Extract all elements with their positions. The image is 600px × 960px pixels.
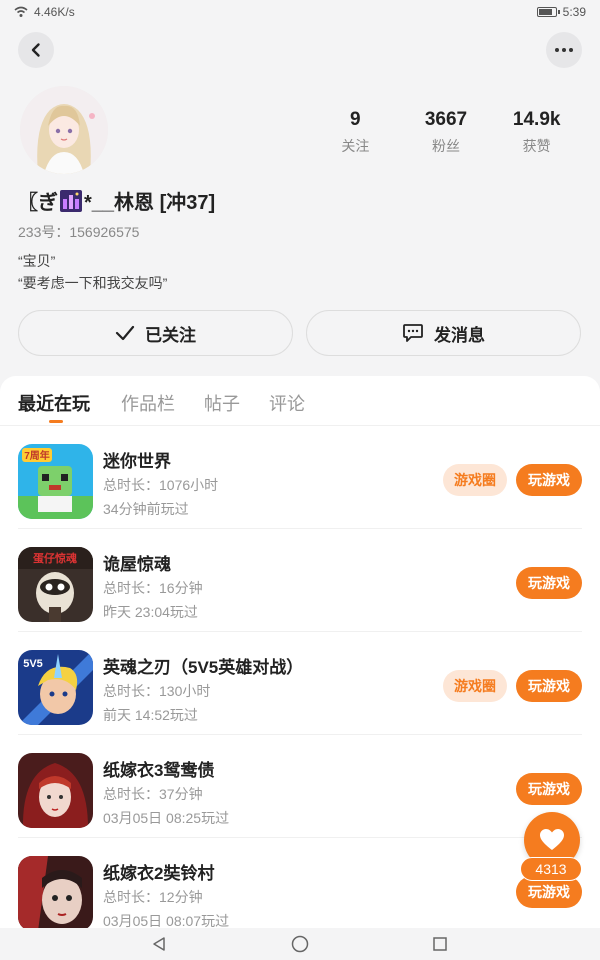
back-button[interactable] [18, 32, 54, 68]
game-name: 英魂之刃（5V5英雄对战） [103, 658, 304, 677]
bio-line: “要考虑一下和我交友吗” [18, 275, 168, 291]
tab-recently-played[interactable]: 最近在玩 [18, 390, 90, 416]
game-last-played: 昨天 23:04玩过 [103, 604, 198, 620]
tab-bar: 最近在玩 作品栏 帖子 评论 [0, 376, 600, 426]
nickname-prefix: 〖ぎ [18, 192, 58, 214]
play-game-button[interactable]: 玩游戏 [516, 670, 582, 702]
bio: “宝贝” “要考虑一下和我交友吗” [18, 250, 167, 294]
play-game-button[interactable]: 玩游戏 [516, 464, 582, 496]
stat-following[interactable]: 9 关注 [310, 108, 401, 156]
game-row-mini-world[interactable]: 7周年 迷你世界 总时长：1076小时 34分钟前玩过 游戏圈 玩游戏 [18, 426, 582, 529]
castle-emoji-icon [60, 189, 82, 212]
game-duration: 总时长：37分钟 [103, 786, 203, 802]
stat-likes[interactable]: 14.9k 获赞 [491, 108, 582, 156]
nav-back-button[interactable] [150, 935, 168, 953]
tab-comments[interactable]: 评论 [269, 390, 305, 416]
stat-label: 粉丝 [432, 138, 460, 154]
avatar-image [20, 86, 108, 174]
icon-text: 蛋仔惊魂 [33, 551, 77, 565]
chat-bubble-icon [403, 324, 423, 342]
status-right: 5:39 [536, 5, 586, 19]
battery-icon [536, 7, 560, 17]
game-icon-haunted-house: 蛋仔惊魂 [18, 547, 93, 622]
status-left: 4.46K/s [14, 5, 75, 19]
send-message-button[interactable]: 发消息 [306, 310, 581, 356]
more-icon [555, 48, 573, 52]
followed-label: 已关注 [145, 325, 196, 345]
stat-label: 获赞 [522, 138, 551, 154]
game-row-hero-blade[interactable]: 5V5 英魂之刃（5V5英雄对战） 总时长：130小时 前天 14:52玩过 游… [18, 632, 582, 735]
game-name: 纸嫁衣3鸳鸯债 [103, 761, 215, 780]
avatar[interactable] [20, 86, 108, 174]
game-icon-paper-bride-2 [18, 856, 93, 930]
user-id: 233号：156926575 [18, 224, 140, 240]
tab-works[interactable]: 作品栏 [121, 390, 175, 416]
stat-value: 9 [350, 109, 361, 130]
game-name: 诡屋惊魂 [103, 555, 171, 574]
more-button[interactable] [546, 32, 582, 68]
nav-home-button[interactable] [291, 935, 309, 953]
nickname: 〖ぎ *__林恩 [冲37] [18, 186, 215, 215]
profile-stats: 9 关注 3667 粉丝 14.9k 获赞 [310, 108, 582, 156]
send-message-label: 发消息 [434, 325, 485, 345]
wifi-icon [14, 6, 28, 17]
game-row-paper-bride-2[interactable]: 纸嫁衣2奘铃村 总时长：12分钟 03月05日 08:07玩过 玩游戏 [18, 838, 582, 930]
clock: 5:39 [562, 5, 586, 19]
back-icon [31, 43, 40, 57]
network-speed: 4.46K/s [34, 5, 75, 19]
game-icon-mini-world: 7周年 [18, 444, 93, 519]
like-count-badge: 4313 [520, 857, 582, 881]
icon-text: 7周年 [24, 449, 50, 462]
game-last-played: 前天 14:52玩过 [103, 707, 198, 723]
followed-button[interactable]: 已关注 [18, 310, 293, 356]
game-circle-button[interactable]: 游戏圈 [443, 670, 507, 702]
tab-indicator [49, 420, 63, 423]
check-icon [115, 325, 135, 341]
heart-icon [540, 829, 564, 850]
game-row-haunted-house[interactable]: 蛋仔惊魂 诡屋惊魂 总时长：16分钟 昨天 23:04玩过 玩游戏 [18, 529, 582, 632]
game-icon-paper-bride-3 [18, 753, 93, 828]
game-duration: 总时长：12分钟 [103, 889, 203, 905]
game-circle-button[interactable]: 游戏圈 [443, 464, 507, 496]
bio-line: “宝贝” [18, 253, 56, 269]
square-recents-icon [433, 937, 447, 951]
stat-fans[interactable]: 3667 粉丝 [401, 108, 492, 156]
game-last-played: 03月05日 08:25玩过 [103, 810, 230, 826]
nav-recents-button[interactable] [431, 935, 449, 953]
icon-text: 5V5 [23, 658, 43, 670]
stat-value: 14.9k [512, 109, 561, 130]
triangle-back-icon [153, 937, 165, 951]
game-name: 纸嫁衣2奘铃村 [103, 864, 215, 883]
stat-label: 关注 [341, 138, 370, 154]
game-name: 迷你世界 [103, 452, 171, 471]
game-row-paper-bride-3[interactable]: 纸嫁衣3鸳鸯债 总时长：37分钟 03月05日 08:25玩过 玩游戏 [18, 735, 582, 838]
circle-home-icon [291, 935, 309, 953]
stat-value: 3667 [424, 109, 468, 130]
game-icon-hero-blade: 5V5 [18, 650, 93, 725]
game-duration: 总时长：16分钟 [103, 580, 203, 596]
nickname-suffix: *__林恩 [冲37] [84, 192, 216, 214]
game-duration: 总时长：130小时 [103, 683, 211, 699]
game-last-played: 34分钟前玩过 [103, 501, 189, 517]
tab-posts[interactable]: 帖子 [204, 390, 240, 416]
game-duration: 总时长：1076小时 [103, 477, 219, 493]
play-game-button[interactable]: 玩游戏 [516, 773, 582, 805]
play-game-button[interactable]: 玩游戏 [516, 567, 582, 599]
status-bar: 4.46K/s 5:39 [0, 0, 600, 24]
system-nav-bar [0, 928, 600, 960]
content-panel: 最近在玩 作品栏 帖子 评论 7周年 迷你世界 总时长：1076小时 34分钟前… [0, 376, 600, 930]
